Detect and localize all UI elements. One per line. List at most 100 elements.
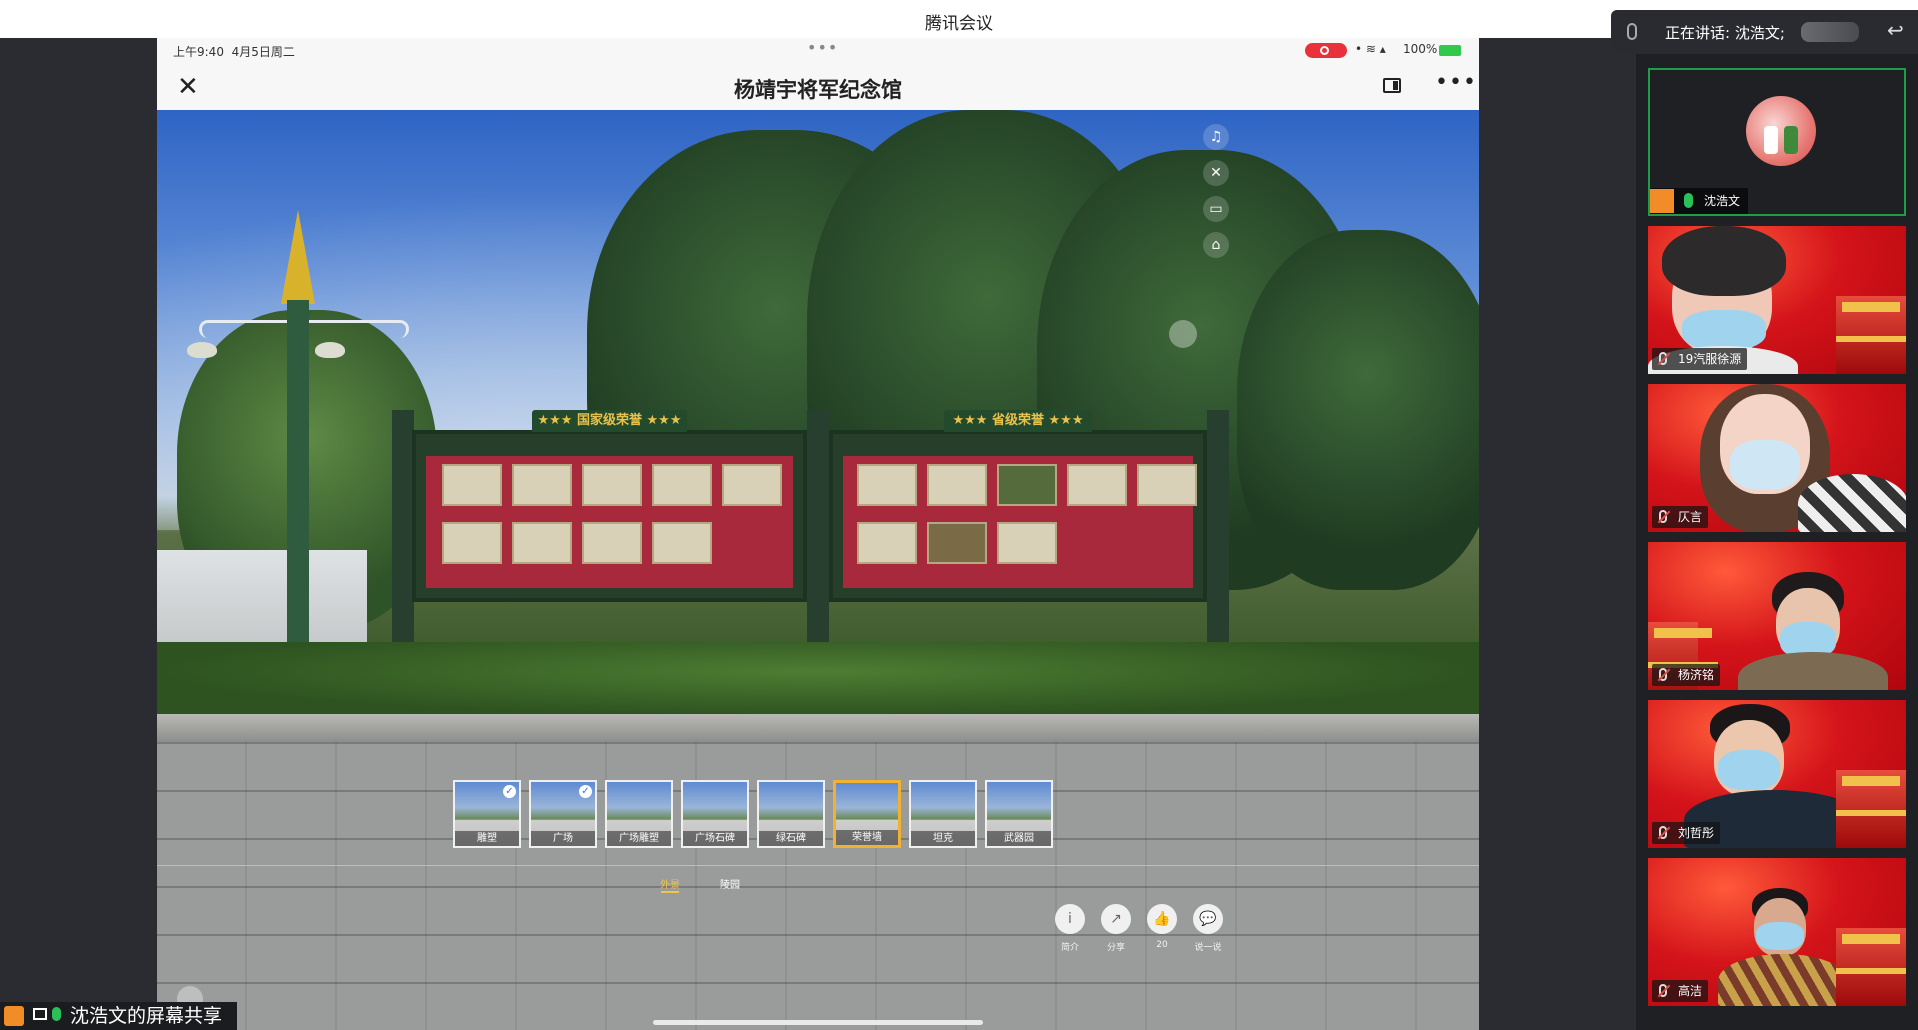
- mask: [1730, 440, 1800, 490]
- host-icon: [1650, 189, 1674, 213]
- screen-share-icon: [33, 1008, 47, 1020]
- map-icon[interactable]: ⌂: [1203, 232, 1229, 258]
- checked-icon: ✓: [503, 785, 516, 798]
- mic-off-icon: [1659, 984, 1667, 997]
- split-view-icon[interactable]: [1383, 78, 1401, 93]
- tiananmen-bg: [1836, 770, 1906, 848]
- participant-name-tag: 沈浩文: [1650, 188, 1749, 214]
- tree: [1237, 230, 1479, 590]
- plaque: [857, 522, 917, 564]
- plaque: [582, 522, 642, 564]
- home-indicator: [653, 1020, 983, 1025]
- body: [1798, 474, 1906, 532]
- plaque: [997, 464, 1057, 506]
- shared-screen: 上午9:40 4月5日周二 ••• • ≋ ▴ 100% ✕ 杨靖宇将军纪念馆 …: [157, 38, 1479, 1030]
- more-icon[interactable]: •••: [1435, 70, 1477, 95]
- page-title: 杨靖宇将军纪念馆: [734, 78, 902, 102]
- lamp-post: [287, 300, 309, 650]
- plaque: [927, 522, 987, 564]
- music-icon[interactable]: ♫: [1203, 124, 1229, 150]
- plaque: [857, 464, 917, 506]
- lamp-globe: [187, 342, 217, 358]
- scene-thumb[interactable]: 广场石碑: [681, 780, 749, 848]
- wifi-icon: • ≋ ▴: [1355, 42, 1386, 56]
- scene-thumb-active[interactable]: 荣誉墙: [833, 780, 901, 848]
- scene-thumb[interactable]: 绿石碑: [757, 780, 825, 848]
- scene-thumb[interactable]: ✓ 广场: [529, 780, 597, 848]
- scene-thumb[interactable]: 坦克: [909, 780, 977, 848]
- right-margin: [1479, 38, 1636, 1030]
- status-time: 上午9:40 4月5日周二: [173, 45, 295, 59]
- mic-off-icon: [1659, 668, 1667, 681]
- participant-tile[interactable]: 仄言: [1648, 384, 1906, 532]
- checked-icon: ✓: [579, 785, 592, 798]
- board-post: [807, 410, 829, 650]
- plaque: [652, 464, 712, 506]
- board-post: [1207, 410, 1229, 650]
- panorama-view[interactable]: ★★★ 国家级荣誉 ★★★ ★★★ 省级荣誉 ★★★ ♫ ✕ ▭ ⌂ ✓ 雕塑 …: [157, 110, 1479, 1030]
- tiananmen-bg: [1836, 928, 1906, 1006]
- participant-name-tag: 仄言: [1652, 506, 1709, 528]
- lamp-finial: [281, 210, 315, 304]
- comment-icon[interactable]: 💬: [1193, 904, 1223, 934]
- speaking-text: 正在讲话: 沈浩文;: [1665, 24, 1785, 42]
- info-label: 简介: [1060, 943, 1079, 953]
- plaque: [512, 464, 572, 506]
- mic-icon: [52, 1007, 61, 1021]
- like-icon[interactable]: 👍: [1147, 904, 1177, 934]
- like-count: 20: [1156, 940, 1168, 950]
- plaque: [652, 522, 712, 564]
- board-post: [392, 410, 414, 650]
- device-status-bar: 上午9:40 4月5日周二 ••• • ≋ ▴ 100%: [157, 38, 1479, 64]
- participant-tile-active[interactable]: 沈浩文: [1648, 68, 1906, 216]
- vr-icon[interactable]: ▭: [1203, 196, 1229, 222]
- plaque: [512, 522, 572, 564]
- participant-tile[interactable]: 高洁: [1648, 858, 1906, 1006]
- multitask-dots-icon[interactable]: •••: [807, 38, 838, 57]
- curb: [157, 714, 1479, 742]
- plaque: [722, 464, 782, 506]
- participant-name-tag: 19汽服徐源: [1652, 348, 1748, 370]
- share-label-text: 沈浩文的屏幕共享: [70, 1005, 223, 1027]
- hair: [1662, 226, 1786, 296]
- white-wall: [157, 550, 367, 650]
- hotspot-icon[interactable]: [1169, 320, 1197, 348]
- gyro-icon[interactable]: ✕: [1203, 160, 1229, 186]
- info-icon[interactable]: i: [1055, 904, 1085, 934]
- scene-thumb[interactable]: 广场雕塑: [605, 780, 673, 848]
- plaque: [1067, 464, 1127, 506]
- collapse-icon[interactable]: ↩: [1887, 18, 1904, 42]
- mask: [1682, 310, 1766, 350]
- scene-thumb[interactable]: 武器园: [985, 780, 1053, 848]
- mic-off-icon: [1659, 826, 1667, 839]
- board-title: ★★★ 省级荣誉 ★★★: [944, 410, 1092, 432]
- comment-label: 说一说: [1194, 943, 1222, 953]
- lamp-globe: [315, 342, 345, 358]
- honor-board-national: ★★★ 国家级荣誉 ★★★: [412, 410, 807, 602]
- tab-cemetery[interactable]: 陵园: [720, 876, 740, 891]
- speaking-indicator: 正在讲话: 沈浩文; ↩: [1611, 10, 1918, 54]
- mic-on-icon: [1684, 193, 1693, 208]
- battery-icon: [1439, 45, 1461, 56]
- tab-exterior[interactable]: 外景: [660, 876, 680, 891]
- mask: [1718, 750, 1780, 790]
- thumb-divider: [157, 865, 1479, 866]
- participant-tile[interactable]: 刘哲彤: [1648, 700, 1906, 848]
- scene-thumb[interactable]: ✓ 雕塑: [453, 780, 521, 848]
- body: [1718, 954, 1848, 1006]
- avatar-icon: [4, 1006, 24, 1026]
- board-title: ★★★ 国家级荣誉 ★★★: [532, 410, 687, 432]
- tab-underline: [661, 891, 679, 893]
- participant-tile[interactable]: 杨济铭: [1648, 542, 1906, 690]
- participant-tile[interactable]: 19汽服徐源: [1648, 226, 1906, 374]
- screen-share-label: 沈浩文的屏幕共享: [0, 1002, 237, 1030]
- battery-percent: 100%: [1403, 42, 1438, 56]
- avatar: [1746, 96, 1816, 166]
- plaque: [442, 464, 502, 506]
- plaque: [582, 464, 642, 506]
- left-margin: [0, 38, 157, 1030]
- plaque: [997, 522, 1057, 564]
- share-icon[interactable]: ↗: [1101, 904, 1131, 934]
- plaque: [442, 522, 502, 564]
- body: [1738, 652, 1888, 690]
